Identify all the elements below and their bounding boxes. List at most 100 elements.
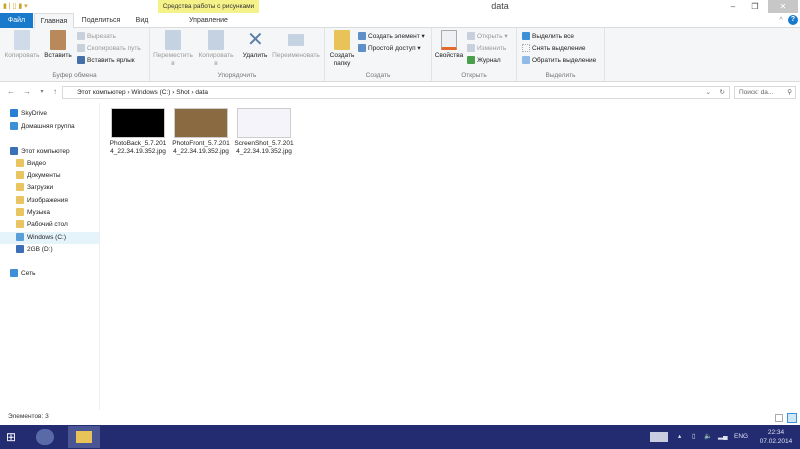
nav-item-label: Сеть (21, 270, 36, 277)
network-icon[interactable]: ▂▄ (718, 432, 728, 440)
path-icon (77, 44, 85, 53)
taskbar: ⊞ ▴ ▯ 🔈 ▂▄ ENG 22:34 07.02.2014 (0, 425, 800, 449)
copy-to-button[interactable]: Копировать в (196, 30, 236, 68)
nav-item[interactable]: Документы (16, 170, 61, 182)
nav-item-icon (16, 159, 24, 168)
move-to-button[interactable]: Переместить в (153, 30, 193, 68)
collapse-ribbon-icon[interactable]: ^ (776, 13, 786, 28)
move-icon (165, 30, 181, 50)
close-button[interactable]: ✕ (768, 0, 798, 13)
paste-button[interactable]: Вставить (43, 30, 73, 60)
recent-locations-button[interactable]: ▾ (37, 87, 47, 97)
address-dropdown-icon[interactable]: ⌄ (706, 87, 711, 98)
address-bar-row: ← → ▾ ↑ Этот компьютер › Windows (C:) › … (0, 84, 800, 100)
back-button[interactable]: ← (6, 87, 16, 97)
minimize-button[interactable]: – (722, 0, 744, 13)
quick-access-toolbar[interactable]: ▮ | ▯ ▮ ▾ (3, 2, 43, 12)
file-thumbnail (237, 108, 291, 138)
maximize-button[interactable]: ❐ (744, 0, 766, 13)
history-button[interactable]: Журнал (467, 55, 501, 66)
breadcrumb-shot[interactable]: Shot (176, 89, 189, 96)
file-thumbnail (174, 108, 228, 138)
volume-icon[interactable]: 🔈 (704, 432, 712, 440)
scissors-icon (77, 32, 85, 41)
start-windows-icon[interactable]: ⊞ (6, 430, 16, 444)
paste-shortcut-button[interactable]: Вставить ярлык (77, 55, 135, 66)
easy-access-icon (358, 44, 366, 53)
new-item-icon (358, 32, 366, 41)
nav-item-label: Музыка (27, 209, 50, 216)
new-folder-button[interactable]: Создать папку (327, 30, 357, 68)
nav-item[interactable]: Домашняя группа (10, 121, 75, 133)
new-item-button[interactable]: Создать элемент ▾ (358, 31, 425, 42)
file-item[interactable]: PhotoFront_5.7.2014_22.34.19.352.jpg (171, 108, 231, 156)
explorer-taskbar-button[interactable] (68, 426, 100, 448)
large-icons-view-button[interactable] (787, 413, 797, 423)
nav-item[interactable]: Видео (16, 158, 46, 170)
up-button[interactable]: ↑ (50, 87, 60, 97)
details-view-button[interactable] (775, 414, 783, 422)
refresh-icon[interactable]: ↻ (720, 87, 725, 98)
nav-item-label: Рабочий стол (27, 221, 68, 228)
rename-button[interactable]: Переименовать (270, 30, 322, 60)
nav-item[interactable]: 2GB (D:) (16, 244, 53, 256)
tab-share[interactable]: Поделиться (78, 13, 124, 28)
nav-item-icon (16, 220, 24, 229)
forward-button[interactable]: → (22, 87, 32, 97)
clock[interactable]: 22:34 07.02.2014 (756, 428, 796, 446)
properties-button[interactable]: Свойства (434, 30, 464, 60)
nav-item-label: Загрузки (27, 184, 54, 191)
address-input[interactable]: Этот компьютер › Windows (C:) › Shot › d… (62, 86, 730, 99)
help-icon[interactable]: ? (788, 15, 798, 25)
tab-manage[interactable]: Управление (158, 13, 259, 28)
delete-button[interactable]: ✕ Удалить (239, 30, 271, 60)
breadcrumb-drive-c[interactable]: Windows (C:) (131, 89, 170, 96)
nav-item[interactable]: Windows (C:) (0, 232, 99, 244)
file-name: PhotoBack_5.7.2014_22.34.19.352.jpg (109, 140, 167, 155)
breadcrumb-data[interactable]: data (195, 89, 208, 96)
invert-selection-button[interactable]: Обратить выделение (522, 55, 596, 66)
search-input[interactable]: Поиск: da... ⚲ (734, 86, 796, 99)
group-clipboard: Копировать Вставить Вырезать Скопировать… (0, 28, 150, 81)
nav-item[interactable]: Музыка (16, 207, 50, 219)
edit-button[interactable]: Изменить (467, 43, 506, 54)
copy-path-button[interactable]: Скопировать путь (77, 43, 141, 54)
nav-item[interactable]: Сеть (10, 268, 35, 280)
group-label: Выделить (545, 72, 576, 79)
select-none-button[interactable]: Снять выделение (522, 43, 586, 54)
file-thumbnail (111, 108, 165, 138)
show-hidden-icons-icon[interactable]: ▴ (678, 432, 681, 440)
nav-item-label: Домашняя группа (21, 123, 75, 130)
tab-file[interactable]: Файл (0, 13, 33, 28)
nav-item[interactable]: Загрузки (16, 182, 53, 194)
app-pinned-icon[interactable] (36, 429, 54, 445)
nav-item-icon (10, 122, 18, 131)
battery-icon[interactable]: ▯ (692, 432, 696, 440)
select-all-button[interactable]: Выделить все (522, 31, 574, 42)
tab-view[interactable]: Вид (128, 13, 156, 28)
folder-icon (334, 30, 350, 50)
file-item[interactable]: PhotoBack_5.7.2014_22.34.19.352.jpg (108, 108, 168, 156)
copy-button[interactable]: Копировать (4, 30, 40, 60)
breadcrumb-this-pc[interactable]: Этот компьютер (77, 89, 126, 96)
file-name: ScreenShot_5.7.2014_22.34.19.352.jpg (234, 140, 294, 155)
nav-item[interactable]: SkyDrive (10, 108, 47, 120)
nav-item[interactable]: Изображения (16, 195, 68, 207)
group-label: Создать (365, 72, 391, 79)
nav-item-icon (10, 109, 18, 118)
language-indicator[interactable]: ENG (734, 433, 748, 440)
nav-item[interactable]: Рабочий стол (16, 219, 68, 231)
nav-item[interactable]: Этот компьютер (10, 146, 70, 158)
nav-item-label: Этот компьютер (21, 148, 70, 155)
copy-to-icon (208, 30, 224, 50)
easy-access-button[interactable]: Простой доступ ▾ (358, 43, 421, 54)
keyboard-icon[interactable] (650, 432, 668, 442)
nav-item-icon (10, 147, 18, 156)
search-icon: ⚲ (787, 89, 792, 96)
properties-icon (441, 30, 457, 50)
open-button[interactable]: Открыть ▾ (467, 31, 508, 42)
file-item[interactable]: ScreenShot_5.7.2014_22.34.19.352.jpg (234, 108, 294, 156)
cut-button[interactable]: Вырезать (77, 31, 116, 42)
tab-home[interactable]: Главная (34, 13, 74, 29)
rename-icon (288, 34, 304, 46)
